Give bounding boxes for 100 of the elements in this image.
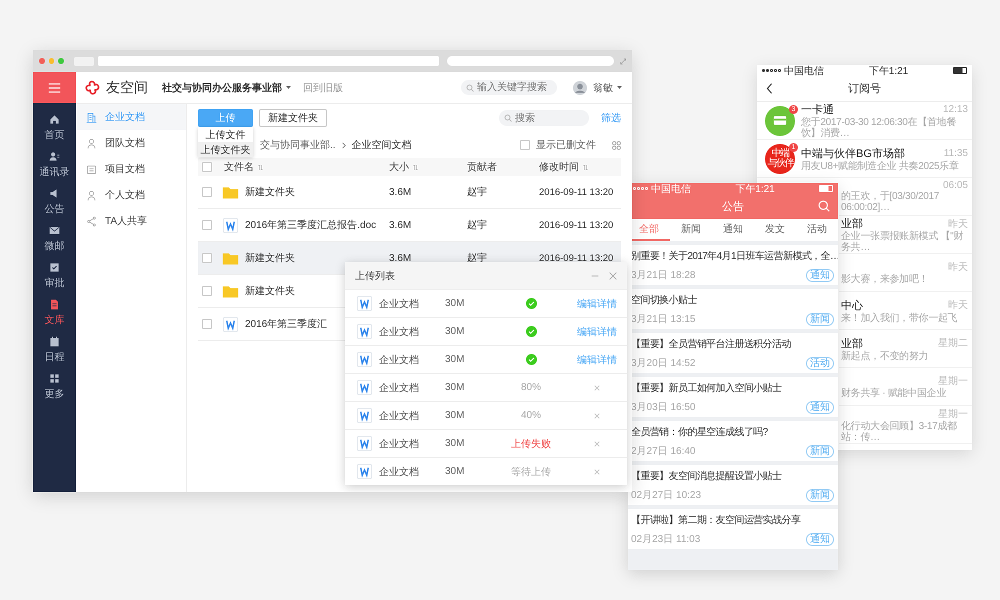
nav-item[interactable]: 文库: [33, 294, 76, 331]
doc-category[interactable]: 个人文档: [76, 182, 186, 208]
address-bar[interactable]: [98, 56, 440, 66]
account-name: 中端与伙伴BG市场部: [801, 146, 906, 160]
file-size: 30M: [445, 354, 466, 365]
signal-icon: [762, 69, 781, 72]
file-name: 企业文档: [379, 410, 420, 422]
nav-item[interactable]: 更多: [33, 368, 76, 405]
file-name[interactable]: 新建文件夹: [245, 284, 295, 298]
menu-item[interactable]: 上传文件夹: [198, 142, 253, 157]
category-tab[interactable]: 发文: [754, 219, 796, 241]
column-header[interactable]: 大小: [385, 160, 463, 174]
doc-category[interactable]: TA人共享: [76, 208, 186, 234]
close-dot[interactable]: [39, 58, 45, 64]
menu-button[interactable]: [33, 72, 76, 103]
file-name: 企业文档: [379, 298, 420, 310]
file-size: 30M: [445, 466, 466, 477]
subscription-item[interactable]: 业部 星期二 新起点，不变的努力: [839, 330, 972, 368]
doc-category[interactable]: 团队文档: [76, 130, 186, 156]
checkbox[interactable]: [202, 319, 212, 329]
chevron-icon: [342, 142, 346, 148]
browser-search-field[interactable]: [447, 56, 614, 66]
checkbox-label: 显示已删文件: [536, 138, 596, 152]
document-icon: [49, 298, 60, 310]
org-selector[interactable]: 社交与协同办公服务事业部: [162, 80, 291, 94]
table-row[interactable]: 新建文件夹 3.6M 赵宇 2016-09-11 13:20: [198, 176, 621, 209]
category-tab[interactable]: 通知: [712, 219, 754, 241]
file-name[interactable]: 2016年第三季度汇: [245, 317, 328, 331]
back-icon[interactable]: [766, 83, 773, 94]
doc-category[interactable]: 项目文档: [76, 156, 186, 182]
remove-icon[interactable]: [594, 468, 600, 474]
category-tag: 通知: [806, 269, 834, 282]
category-tab[interactable]: 活动: [796, 219, 838, 241]
remove-icon[interactable]: [594, 384, 600, 390]
grid-icon: [49, 372, 60, 384]
word-file-icon: [357, 296, 372, 311]
message-preview: 来！加入我们，带你一起飞: [841, 312, 958, 324]
minimize-dot[interactable]: [48, 58, 54, 64]
message-time: 星期二: [938, 336, 968, 350]
search-icon: [466, 84, 474, 92]
menu-item[interactable]: 上传文件: [198, 127, 253, 142]
checkbox[interactable]: [202, 286, 212, 296]
file-name[interactable]: 新建文件夹: [245, 185, 295, 199]
subscription-item[interactable]: 业部 昨天 企业一张票报账新模式 【"财务共…: [839, 216, 972, 254]
checkbox[interactable]: [520, 140, 530, 150]
nav-item[interactable]: 首页: [33, 109, 76, 146]
fullscreen-icon[interactable]: [620, 58, 626, 64]
search-icon[interactable]: [818, 200, 830, 212]
close-icon[interactable]: [609, 272, 617, 280]
battery-icon: [953, 67, 967, 74]
folder-icon: [222, 284, 239, 298]
announcement-date: 02月27日 10:23: [631, 489, 702, 502]
search-field[interactable]: 输入关键字搜索: [461, 80, 557, 95]
checkbox[interactable]: [202, 187, 212, 197]
nav-item[interactable]: 公告: [33, 183, 76, 220]
subscription-item[interactable]: 中心 昨天 来！加入我们，带你一起飞: [839, 292, 972, 330]
battery-icon: [819, 185, 833, 192]
folder-icon: [222, 184, 239, 200]
avatar[interactable]: [573, 80, 587, 94]
file-name: 企业文档: [379, 438, 420, 450]
file-name[interactable]: 2016年第三季度汇总报告.doc: [245, 218, 376, 232]
word-file-icon: [222, 316, 239, 332]
nav-item[interactable]: 审批: [33, 257, 76, 294]
file-size: 30M: [445, 326, 466, 337]
share-icon: [86, 216, 97, 226]
column-header[interactable]: 文件名: [220, 160, 385, 174]
announcement-card[interactable]: 【开讲啦】第二期：友空间运营实战分享 02月23日 11:03 通知: [628, 509, 838, 549]
checkbox[interactable]: [202, 253, 212, 263]
search-field[interactable]: 搜索: [499, 110, 589, 126]
column-header[interactable]: 修改时间: [535, 160, 621, 174]
breadcrumb-link[interactable]: 交与协同事业部..: [260, 138, 336, 152]
table-cell-text: 2016-09-11 13:20: [538, 252, 614, 264]
zoom-dot[interactable]: [58, 58, 64, 64]
nav-item[interactable]: 通讯录: [33, 146, 76, 183]
checkbox[interactable]: [202, 162, 212, 172]
success-icon: [526, 326, 536, 337]
category-tag: 新闻: [806, 489, 834, 502]
category-tab[interactable]: 新闻: [670, 219, 712, 241]
category-tag: 新闻: [806, 445, 834, 458]
remove-icon[interactable]: [594, 412, 600, 418]
column-header[interactable]: 贡献者: [463, 160, 535, 174]
file-name[interactable]: 新建文件夹: [245, 251, 295, 265]
nav-item[interactable]: 日程: [33, 331, 76, 368]
screen-title: 订阅号: [848, 82, 881, 96]
remove-icon[interactable]: [594, 440, 600, 446]
checkbox[interactable]: [202, 220, 212, 230]
announcement-card[interactable]: 【重要】友空间消息提醒设置小贴士 02月27日 10:23 新闻: [628, 465, 838, 505]
carrier-name: 中国电信: [784, 65, 824, 78]
user-menu[interactable]: 翁敏: [593, 80, 622, 94]
announcement-title: 【重要】友空间消息提醒设置小贴士: [631, 470, 782, 483]
message-preview: 财务共享 · 赋能中国企业: [841, 388, 948, 399]
success-icon: [526, 298, 536, 309]
announcement-title: 全员营销：你的星空连成线了吗?: [631, 426, 769, 439]
message-time: 昨天: [948, 299, 968, 312]
calendar-icon: [49, 336, 60, 346]
new-folder-button[interactable]: 新建文件夹: [259, 109, 327, 127]
account-name: 一卡通: [801, 102, 835, 117]
nav-item[interactable]: 微邮: [33, 220, 76, 257]
message-preview: 您于2017-03-30 12:06:30在【首地餐饮】消费…: [801, 117, 958, 139]
grid-view-icon[interactable]: [612, 140, 621, 150]
